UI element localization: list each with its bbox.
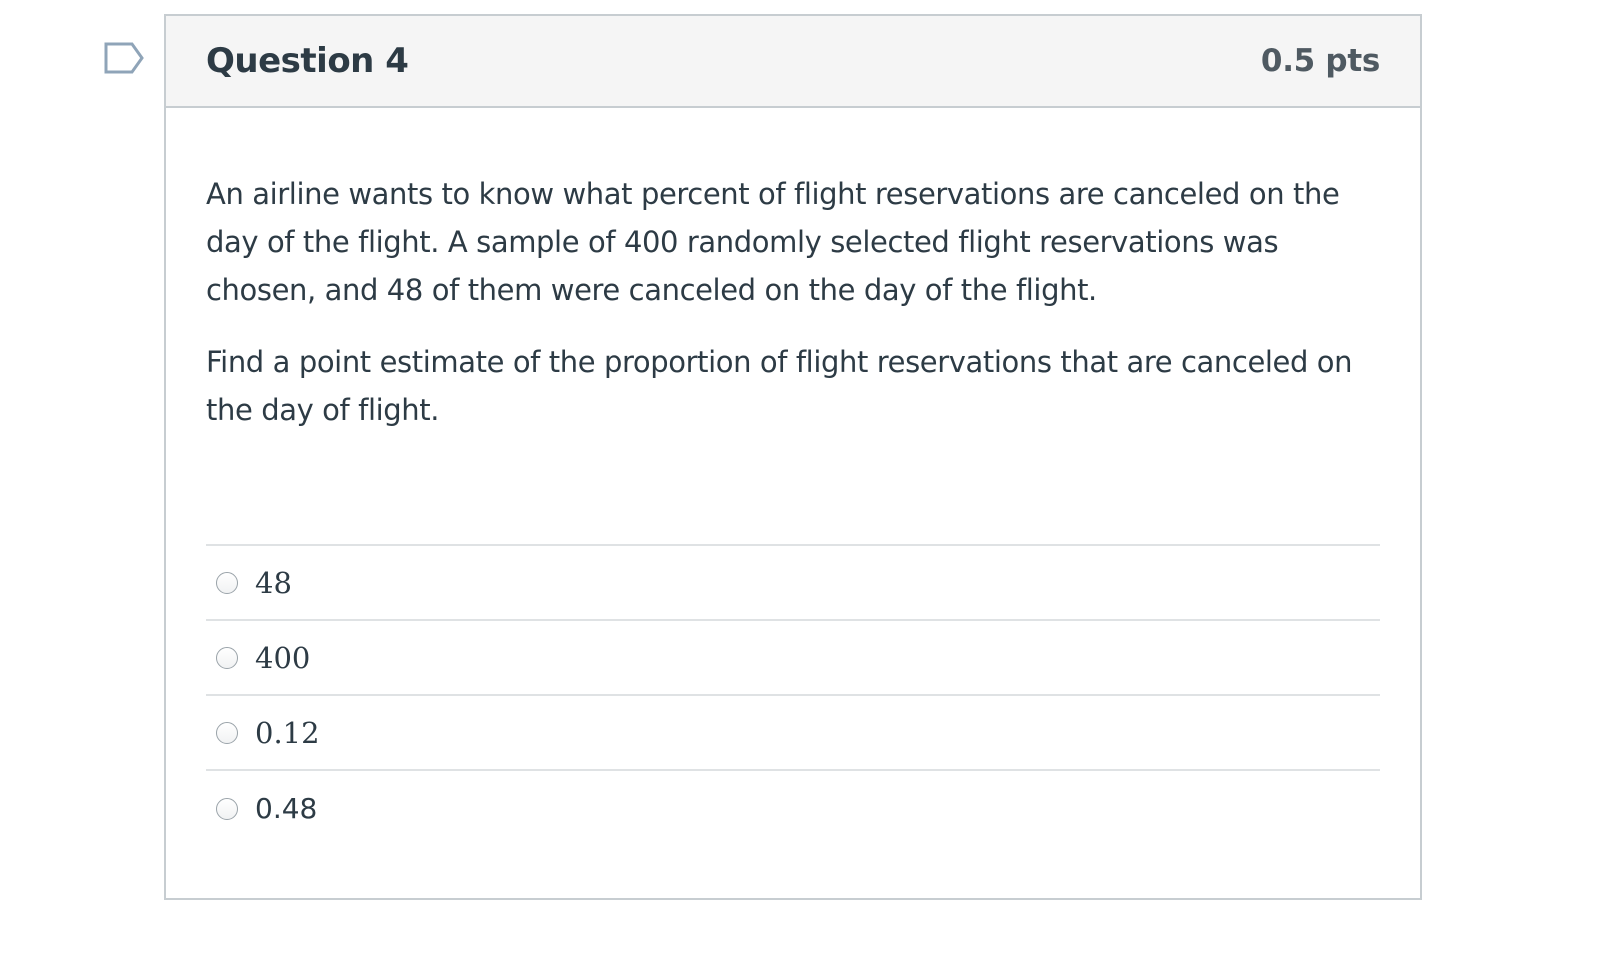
radio-button[interactable] bbox=[216, 721, 238, 744]
answer-label: 0.48 bbox=[255, 792, 318, 825]
radio-button[interactable] bbox=[216, 797, 238, 820]
question-header: Question 4 0.5 pts bbox=[166, 16, 1420, 108]
question-body: An airline wants to know what percent of… bbox=[166, 108, 1420, 846]
answer-option[interactable]: 400 bbox=[206, 621, 1380, 696]
question-points: 0.5 pts bbox=[1260, 43, 1380, 79]
answer-label: 48 bbox=[255, 565, 292, 600]
answer-option[interactable]: 0.12 bbox=[206, 696, 1380, 771]
answer-list: 48 400 0.12 0.48 bbox=[206, 544, 1380, 846]
answer-label: 400 bbox=[255, 640, 311, 675]
question-paragraph: An airline wants to know what percent of… bbox=[206, 177, 1340, 307]
radio-button[interactable] bbox=[216, 646, 238, 669]
radio-button[interactable] bbox=[216, 571, 238, 594]
answer-option[interactable]: 0.48 bbox=[206, 771, 1380, 846]
question-title: Question 4 bbox=[206, 41, 409, 81]
question-card: Question 4 0.5 pts An airline wants to k… bbox=[164, 14, 1422, 900]
answer-label: 0.12 bbox=[255, 715, 320, 750]
question-paragraph: Find a point estimate of the proportion … bbox=[206, 345, 1353, 427]
question-text: An airline wants to know what percent of… bbox=[206, 170, 1380, 434]
answer-option[interactable]: 48 bbox=[206, 546, 1380, 621]
flag-question-icon[interactable] bbox=[104, 42, 146, 74]
